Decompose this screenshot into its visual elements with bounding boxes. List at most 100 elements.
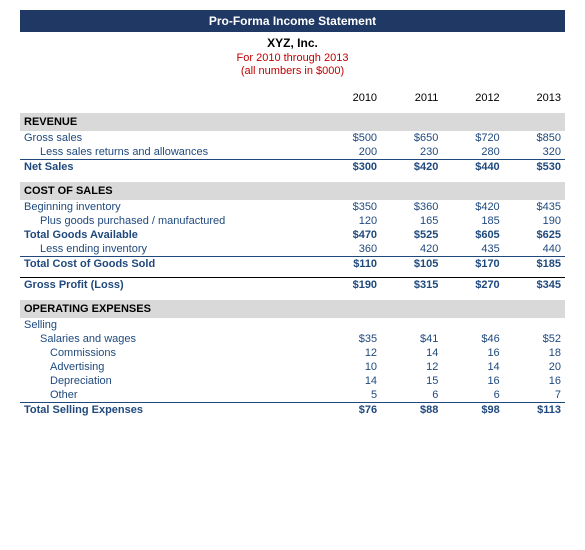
goods-purchased-row: Plus goods purchased / manufactured 120 … bbox=[20, 214, 565, 228]
total-selling-expenses-2011: $88 bbox=[381, 402, 442, 417]
year-2012-header: 2012 bbox=[442, 91, 503, 105]
total-cogs-2013: $185 bbox=[504, 257, 565, 272]
depreciation-2011: 15 bbox=[381, 374, 442, 388]
beginning-inventory-row: Beginning inventory $350 $360 $420 $435 bbox=[20, 200, 565, 214]
sales-returns-2012: 280 bbox=[442, 145, 503, 160]
net-sales-2012: $440 bbox=[442, 160, 503, 175]
total-goods-available-2010: $470 bbox=[320, 228, 381, 242]
net-sales-2013: $530 bbox=[504, 160, 565, 175]
goods-purchased-2013: 190 bbox=[504, 214, 565, 228]
net-sales-label: Net Sales bbox=[20, 160, 320, 175]
commissions-2012: 16 bbox=[442, 346, 503, 360]
total-goods-available-label: Total Goods Available bbox=[20, 228, 320, 242]
total-cogs-2010: $110 bbox=[320, 257, 381, 272]
advertising-label: Advertising bbox=[20, 360, 320, 374]
goods-purchased-2010: 120 bbox=[320, 214, 381, 228]
total-selling-expenses-2013: $113 bbox=[504, 402, 565, 417]
salaries-wages-2013: $52 bbox=[504, 332, 565, 346]
operating-expenses-section-header: OPERATING EXPENSES bbox=[20, 300, 565, 318]
advertising-2012: 14 bbox=[442, 360, 503, 374]
year-2010-header: 2010 bbox=[320, 91, 381, 105]
advertising-row: Advertising 10 12 14 20 bbox=[20, 360, 565, 374]
advertising-2013: 20 bbox=[504, 360, 565, 374]
commissions-2013: 18 bbox=[504, 346, 565, 360]
gross-profit-2013: $345 bbox=[504, 277, 565, 292]
salaries-wages-2012: $46 bbox=[442, 332, 503, 346]
sales-returns-label: Less sales returns and allowances bbox=[20, 145, 320, 160]
other-label: Other bbox=[20, 388, 320, 403]
beginning-inventory-2013: $435 bbox=[504, 200, 565, 214]
other-row: Other 5 6 6 7 bbox=[20, 388, 565, 403]
goods-purchased-label: Plus goods purchased / manufactured bbox=[20, 214, 320, 228]
total-selling-expenses-label: Total Selling Expenses bbox=[20, 402, 320, 417]
gross-profit-label: Gross Profit (Loss) bbox=[20, 277, 320, 292]
total-goods-available-2013: $625 bbox=[504, 228, 565, 242]
gross-sales-2010: $500 bbox=[320, 131, 381, 145]
sales-returns-2010: 200 bbox=[320, 145, 381, 160]
depreciation-2012: 16 bbox=[442, 374, 503, 388]
total-cogs-2011: $105 bbox=[381, 257, 442, 272]
total-goods-available-2012: $605 bbox=[442, 228, 503, 242]
gross-sales-2011: $650 bbox=[381, 131, 442, 145]
report-title: Pro-Forma Income Statement bbox=[20, 10, 565, 32]
other-2010: 5 bbox=[320, 388, 381, 403]
advertising-2010: 10 bbox=[320, 360, 381, 374]
company-name: XYZ, Inc. bbox=[20, 36, 565, 50]
net-sales-2010: $300 bbox=[320, 160, 381, 175]
commissions-2011: 14 bbox=[381, 346, 442, 360]
period-label: For 2010 through 2013 bbox=[20, 52, 565, 64]
salaries-wages-label: Salaries and wages bbox=[20, 332, 320, 346]
ending-inventory-2011: 420 bbox=[381, 242, 442, 257]
gross-profit-row: Gross Profit (Loss) $190 $315 $270 $345 bbox=[20, 277, 565, 292]
depreciation-label: Depreciation bbox=[20, 374, 320, 388]
sales-returns-2013: 320 bbox=[504, 145, 565, 160]
year-2013-header: 2013 bbox=[504, 91, 565, 105]
commissions-row: Commissions 12 14 16 18 bbox=[20, 346, 565, 360]
column-headers: 2010 2011 2012 2013 bbox=[20, 91, 565, 105]
total-selling-expenses-2012: $98 bbox=[442, 402, 503, 417]
beginning-inventory-2010: $350 bbox=[320, 200, 381, 214]
selling-label: Selling bbox=[20, 318, 320, 332]
cost-of-sales-section-header: COST OF SALES bbox=[20, 182, 565, 200]
selling-label-row: Selling bbox=[20, 318, 565, 332]
note-label: (all numbers in $000) bbox=[20, 65, 565, 77]
beginning-inventory-2011: $360 bbox=[381, 200, 442, 214]
total-cogs-2012: $170 bbox=[442, 257, 503, 272]
sales-returns-row: Less sales returns and allowances 200 23… bbox=[20, 145, 565, 160]
total-cogs-label: Total Cost of Goods Sold bbox=[20, 257, 320, 272]
total-goods-available-2011: $525 bbox=[381, 228, 442, 242]
other-2013: 7 bbox=[504, 388, 565, 403]
commissions-2010: 12 bbox=[320, 346, 381, 360]
gross-sales-2013: $850 bbox=[504, 131, 565, 145]
goods-purchased-2012: 185 bbox=[442, 214, 503, 228]
salaries-wages-2010: $35 bbox=[320, 332, 381, 346]
depreciation-row: Depreciation 14 15 16 16 bbox=[20, 374, 565, 388]
gross-profit-2010: $190 bbox=[320, 277, 381, 292]
depreciation-2010: 14 bbox=[320, 374, 381, 388]
depreciation-2013: 16 bbox=[504, 374, 565, 388]
gross-profit-2011: $315 bbox=[381, 277, 442, 292]
other-2011: 6 bbox=[381, 388, 442, 403]
commissions-label: Commissions bbox=[20, 346, 320, 360]
total-cogs-row: Total Cost of Goods Sold $110 $105 $170 … bbox=[20, 257, 565, 272]
gross-sales-2012: $720 bbox=[442, 131, 503, 145]
net-sales-row: Net Sales $300 $420 $440 $530 bbox=[20, 160, 565, 175]
total-selling-expenses-row: Total Selling Expenses $76 $88 $98 $113 bbox=[20, 402, 565, 417]
gross-sales-row: Gross sales $500 $650 $720 $850 bbox=[20, 131, 565, 145]
net-sales-2011: $420 bbox=[381, 160, 442, 175]
sales-returns-2011: 230 bbox=[381, 145, 442, 160]
salaries-wages-row: Salaries and wages $35 $41 $46 $52 bbox=[20, 332, 565, 346]
other-2012: 6 bbox=[442, 388, 503, 403]
ending-inventory-label: Less ending inventory bbox=[20, 242, 320, 257]
gross-profit-2012: $270 bbox=[442, 277, 503, 292]
beginning-inventory-label: Beginning inventory bbox=[20, 200, 320, 214]
beginning-inventory-2012: $420 bbox=[442, 200, 503, 214]
ending-inventory-row: Less ending inventory 360 420 435 440 bbox=[20, 242, 565, 257]
year-2011-header: 2011 bbox=[381, 91, 442, 105]
ending-inventory-2013: 440 bbox=[504, 242, 565, 257]
salaries-wages-2011: $41 bbox=[381, 332, 442, 346]
advertising-2011: 12 bbox=[381, 360, 442, 374]
ending-inventory-2012: 435 bbox=[442, 242, 503, 257]
total-selling-expenses-2010: $76 bbox=[320, 402, 381, 417]
total-goods-available-row: Total Goods Available $470 $525 $605 $62… bbox=[20, 228, 565, 242]
